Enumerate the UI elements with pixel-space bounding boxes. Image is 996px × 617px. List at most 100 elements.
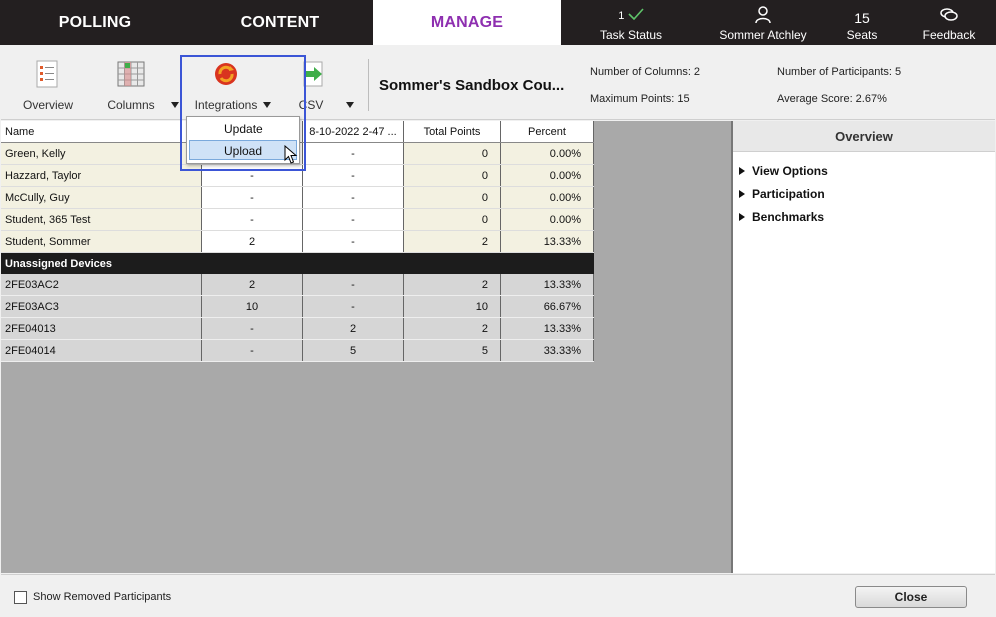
menu-item-update[interactable]: Update [189, 119, 297, 139]
toolbar-separator [368, 59, 369, 111]
student-name[interactable]: Student, 365 Test [1, 208, 202, 231]
score-cell[interactable]: 2 [201, 274, 303, 296]
device-id[interactable]: 2FE03AC3 [1, 295, 202, 318]
student-name[interactable]: Green, Kelly [1, 142, 202, 165]
percent-cell: 66.67% [500, 295, 594, 318]
total-points-cell: 0 [403, 208, 501, 231]
participation-label: Participation [752, 187, 825, 201]
benchmarks-expander[interactable]: Benchmarks [739, 210, 824, 224]
columns-icon [117, 61, 145, 87]
section-label-unassigned-devices: Unassigned Devices [1, 252, 202, 274]
total-points-cell: 0 [403, 186, 501, 209]
seats-button[interactable]: 15 Seats [832, 0, 892, 45]
tab-polling[interactable]: POLLING [0, 0, 190, 45]
score-cell[interactable]: 2 [302, 317, 404, 340]
show-removed-label[interactable]: Show Removed Participants [33, 591, 171, 603]
user-icon [755, 6, 771, 24]
columns-tool-button[interactable]: Columns [105, 59, 157, 112]
feedback-button[interactable]: Feedback [918, 0, 980, 45]
device-id[interactable]: 2FE04014 [1, 339, 202, 362]
score-cell[interactable]: - [201, 317, 303, 340]
csv-dropdown-caret[interactable] [346, 102, 354, 108]
score-cell[interactable]: - [302, 208, 404, 231]
total-points-cell: 0 [403, 164, 501, 187]
student-name[interactable]: Student, Sommer [1, 230, 202, 253]
total-points-cell: 2 [403, 274, 501, 296]
footer-bar: Show Removed Participants Close [1, 574, 995, 617]
table-row[interactable]: Student, Sommer 2 - 2 13.33% [1, 230, 594, 253]
gradebook-grid: Name 8-10-2022 2-47 ... Total Points Per… [1, 121, 732, 573]
score-cell[interactable]: - [302, 186, 404, 209]
score-cell[interactable]: - [302, 295, 404, 318]
student-name[interactable]: Hazzard, Taylor [1, 164, 202, 187]
expand-triangle-icon [739, 190, 745, 198]
total-points-cell: 5 [403, 339, 501, 362]
table-row[interactable]: Student, 365 Test - - 0 0.00% [1, 208, 594, 231]
student-name[interactable]: McCully, Guy [1, 186, 202, 209]
show-removed-checkbox[interactable] [14, 591, 27, 604]
task-status-button[interactable]: 1 Task Status [595, 0, 667, 45]
score-cell[interactable]: - [201, 208, 303, 231]
device-id[interactable]: 2FE03AC2 [1, 274, 202, 296]
table-row[interactable]: 2FE04013 - 2 2 13.33% [1, 317, 594, 340]
column-header-2[interactable]: 8-10-2022 2-47 ... [302, 121, 404, 143]
csv-tool-button[interactable]: CSV [293, 59, 329, 112]
section-filler [201, 252, 303, 274]
score-cell[interactable]: - [302, 142, 404, 165]
menu-item-upload[interactable]: Upload [189, 140, 297, 160]
tab-manage[interactable]: MANAGE [373, 0, 561, 45]
columns-tool-label: Columns [107, 98, 155, 112]
csv-tool-label: CSV [298, 98, 324, 112]
score-cell[interactable]: 5 [302, 339, 404, 362]
percent-cell: 0.00% [500, 186, 594, 209]
benchmarks-label: Benchmarks [752, 210, 825, 224]
percent-cell: 13.33% [500, 317, 594, 340]
device-id[interactable]: 2FE04013 [1, 317, 202, 340]
view-options-expander[interactable]: View Options [739, 164, 828, 178]
view-options-label: View Options [752, 164, 828, 178]
score-cell[interactable]: - [302, 230, 404, 253]
overview-tool-button[interactable]: Overview [23, 59, 74, 112]
percent-cell: 0.00% [500, 164, 594, 187]
overview-tool-label: Overview [23, 98, 74, 112]
feedback-label: Feedback [922, 28, 976, 42]
csv-export-icon [303, 61, 323, 87]
section-filler [500, 252, 594, 274]
columns-dropdown-caret[interactable] [171, 102, 179, 108]
score-cell[interactable]: 2 [201, 230, 303, 253]
integrations-tool-label: Integrations [194, 98, 258, 112]
column-header-name[interactable]: Name [1, 121, 202, 143]
table-row[interactable]: 2FE03AC2 2 - 2 13.33% [1, 274, 594, 296]
total-points-cell: 10 [403, 295, 501, 318]
close-button[interactable]: Close [855, 586, 967, 608]
task-status-indicator: 1 [595, 8, 667, 22]
task-count: 1 [618, 10, 625, 22]
section-filler [403, 252, 501, 274]
table-row[interactable]: 2FE04014 - 5 5 33.33% [1, 339, 594, 362]
task-status-label: Task Status [599, 28, 663, 42]
participation-expander[interactable]: Participation [739, 187, 825, 201]
column-header-percent[interactable]: Percent [500, 121, 594, 143]
total-points-cell: 0 [403, 142, 501, 165]
integrations-dropdown-menu: Update Upload [186, 116, 300, 164]
overview-panel-title: Overview [733, 121, 995, 152]
integrations-dropdown-caret[interactable] [263, 102, 271, 108]
score-cell[interactable]: - [302, 164, 404, 187]
score-cell[interactable]: 10 [201, 295, 303, 318]
score-cell[interactable]: - [201, 339, 303, 362]
table-row[interactable]: McCully, Guy - - 0 0.00% [1, 186, 594, 209]
score-cell[interactable]: - [302, 274, 404, 296]
integrations-tool-button[interactable]: Integrations [193, 59, 259, 112]
overview-panel: Overview View Options Participation Benc… [732, 121, 995, 573]
section-header-row: Unassigned Devices [1, 252, 594, 274]
expand-triangle-icon [739, 213, 745, 221]
score-cell[interactable]: - [201, 164, 303, 187]
integrations-sync-icon [215, 63, 237, 85]
score-cell[interactable]: - [201, 186, 303, 209]
table-row[interactable]: Hazzard, Taylor - - 0 0.00% [1, 164, 594, 187]
table-row[interactable]: 2FE03AC3 10 - 10 66.67% [1, 295, 594, 318]
user-profile-button[interactable]: Sommer Atchley [715, 0, 811, 45]
column-header-total-points[interactable]: Total Points [403, 121, 501, 143]
top-nav-bar: POLLING CONTENT MANAGE 1 Task Status Som… [0, 0, 996, 45]
tab-content[interactable]: CONTENT [190, 0, 370, 45]
